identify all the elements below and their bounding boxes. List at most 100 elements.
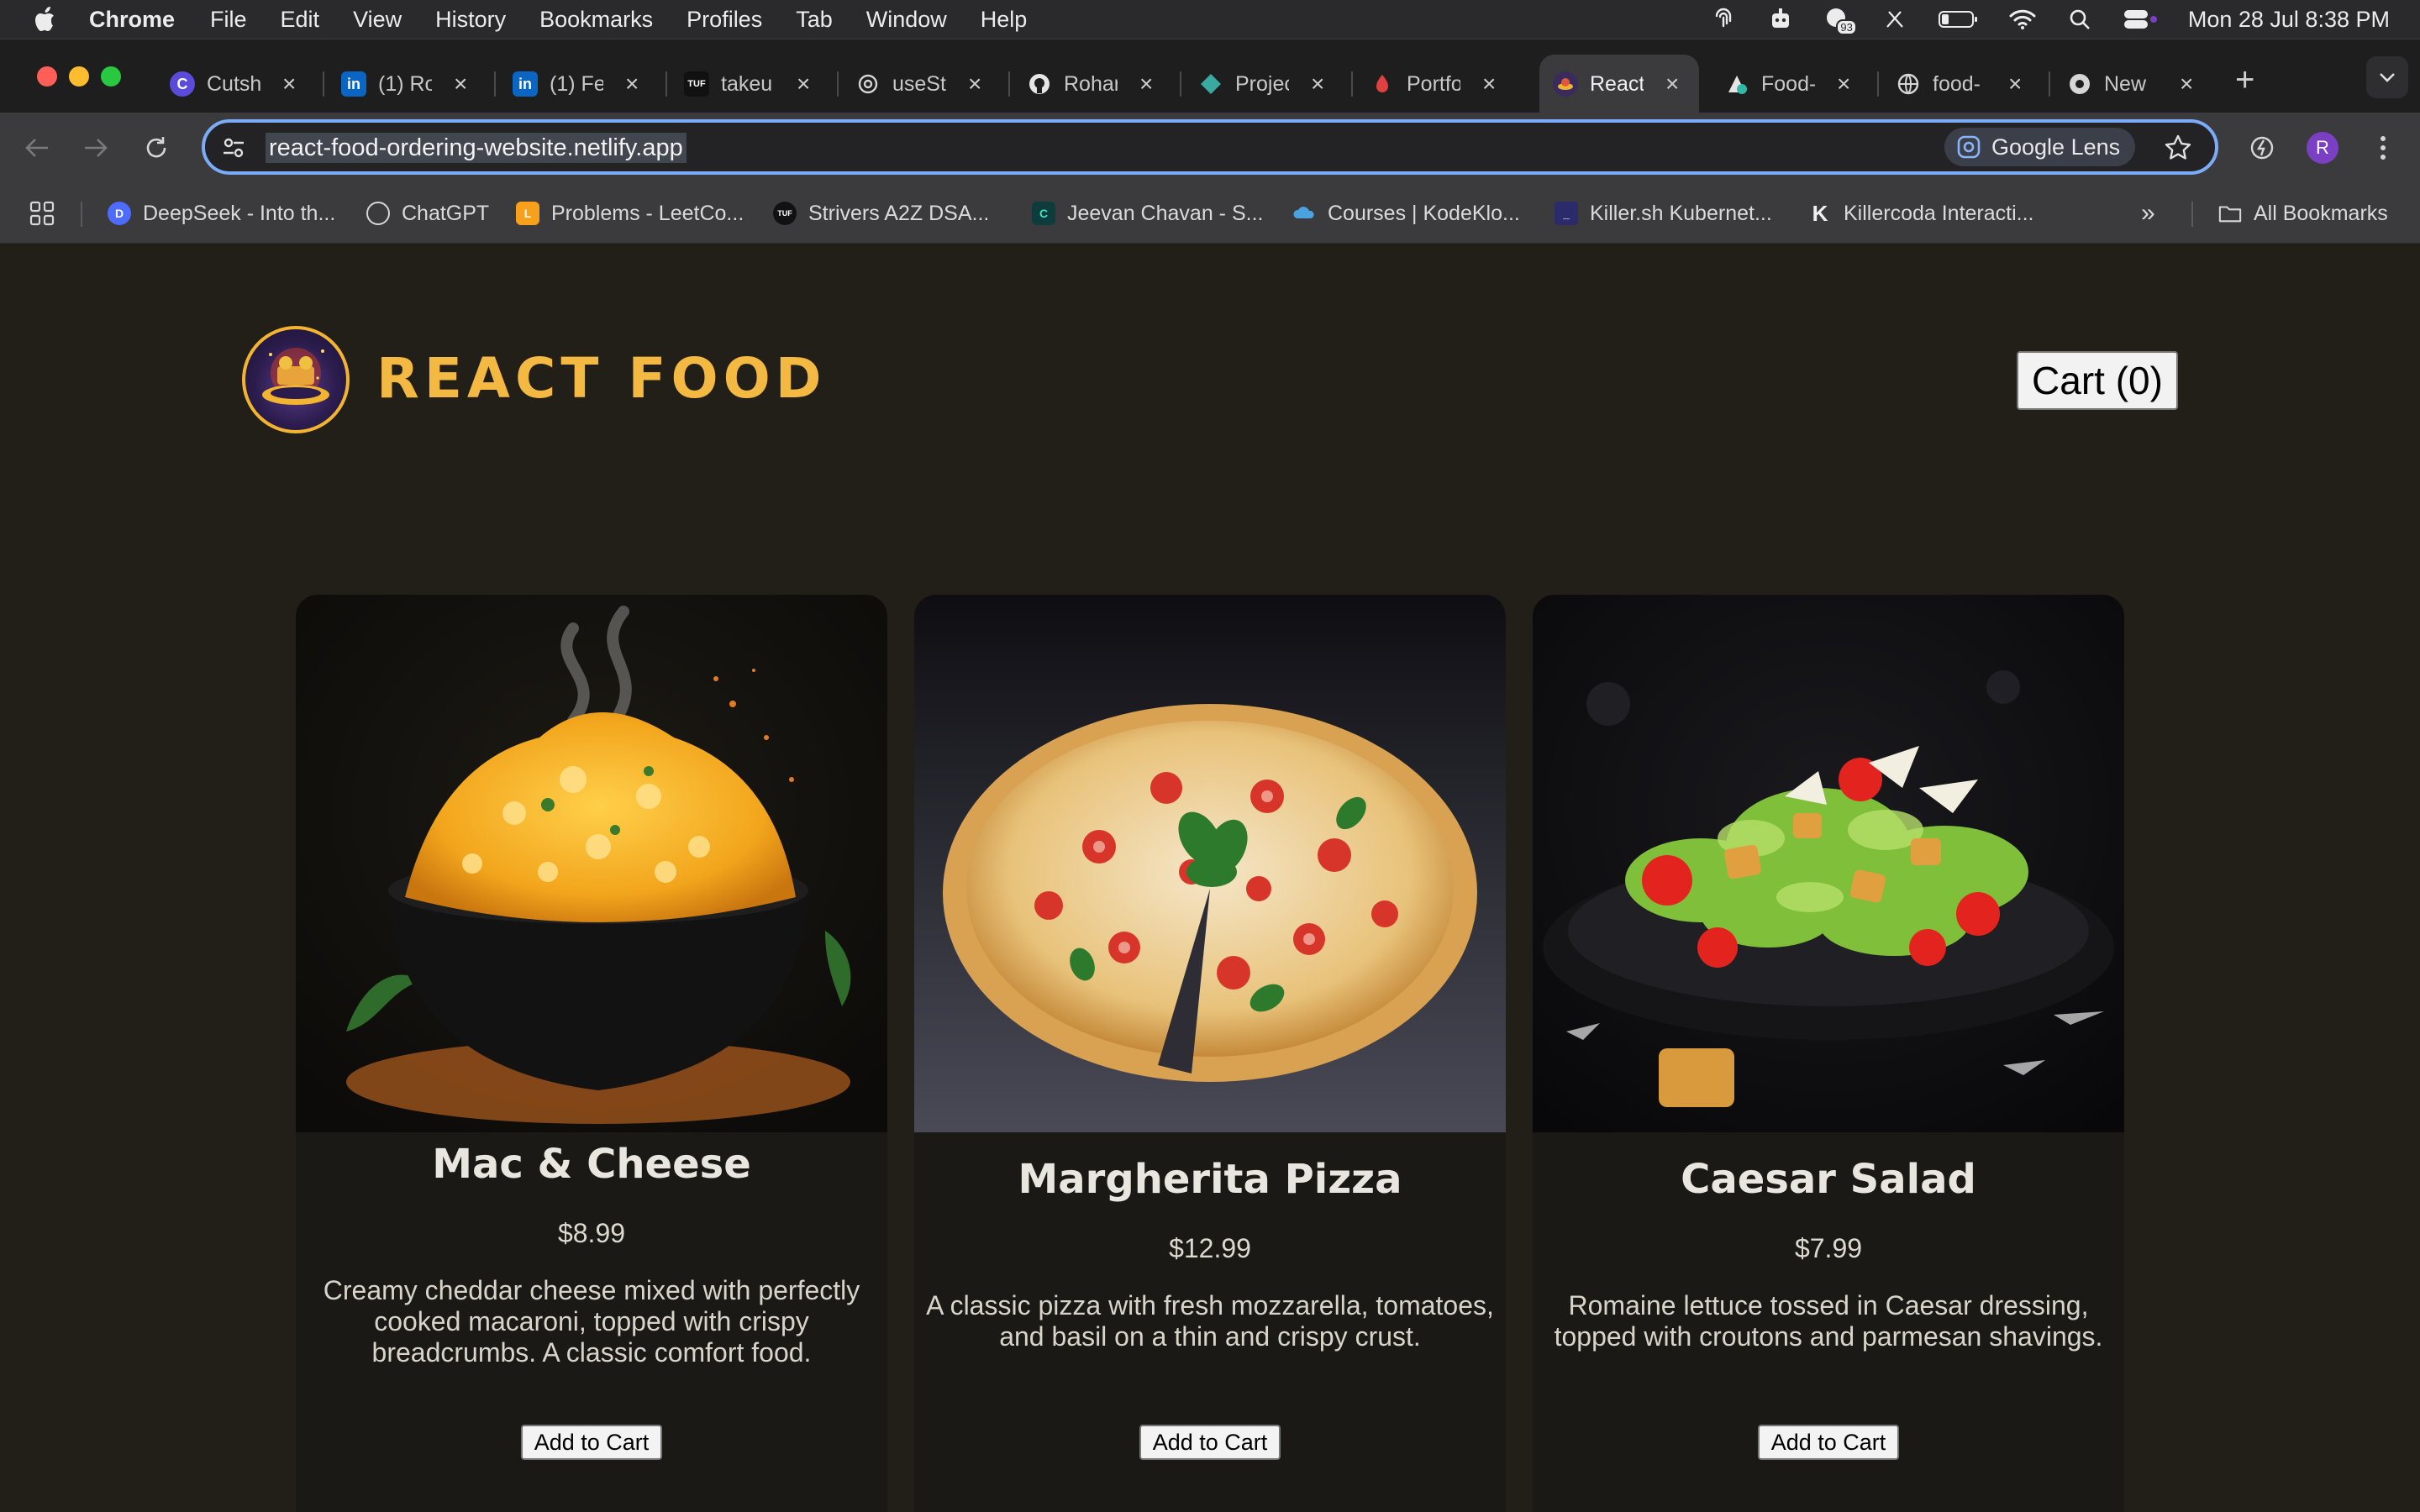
bookmark-star-icon[interactable] <box>2163 133 2193 163</box>
tab-cutshort[interactable]: C Cutsh × <box>156 55 324 113</box>
caesar-salad-image <box>1533 595 2124 1132</box>
tab-close-icon[interactable]: × <box>454 71 467 97</box>
mac-and-cheese-image <box>296 595 887 1132</box>
bookmarks-separator <box>81 202 82 227</box>
profile-avatar-wrap[interactable]: R <box>2304 129 2341 166</box>
tab-close-icon[interactable]: × <box>1665 71 1679 97</box>
minimize-window-button[interactable] <box>69 66 89 87</box>
meal-description: A classic pizza with fresh mozzarella, t… <box>926 1290 1494 1352</box>
menu-help[interactable]: Help <box>981 7 1028 33</box>
apple-icon[interactable] <box>32 5 60 34</box>
bookmark-codesignal[interactable]: C Jeevan Chavan - S... <box>1032 198 1263 228</box>
bookmarks-separator <box>2191 202 2193 227</box>
wifi-icon[interactable] <box>2008 7 2037 32</box>
spotlight-search-icon[interactable] <box>2065 7 2094 32</box>
close-window-button[interactable] <box>37 66 57 87</box>
bookmark-label: DeepSeek - Into th... <box>143 201 336 225</box>
add-to-cart-button[interactable]: Add to Cart <box>1758 1425 1899 1460</box>
meal-name: Caesar Salad <box>1681 1156 1976 1203</box>
tab-separator <box>323 71 324 97</box>
new-tab-plus-icon[interactable]: + <box>2235 63 2254 97</box>
control-center-icon[interactable] <box>2123 7 2160 32</box>
tab-linkedin-1[interactable]: in (1) Ro × <box>328 55 496 113</box>
reload-icon[interactable] <box>138 129 175 166</box>
menu-bookmarks[interactable]: Bookmarks <box>539 7 653 33</box>
tab-close-icon[interactable]: × <box>968 71 981 97</box>
tab-new-tab[interactable]: New × <box>2054 55 2222 113</box>
url-text[interactable]: react-food-ordering-website.netlify.app <box>266 133 687 163</box>
menu-file[interactable]: File <box>210 7 247 33</box>
zoom-window-button[interactable] <box>101 66 121 87</box>
bookmark-killercoda[interactable]: K Killercoda Interacti... <box>1808 198 2034 228</box>
deepseek-icon: D <box>108 202 131 225</box>
tab-close-icon[interactable]: × <box>1139 71 1153 97</box>
bookmark-leetcode[interactable]: L Problems - LeetCo... <box>516 198 744 228</box>
tab-close-icon[interactable]: × <box>1482 71 1496 97</box>
menu-history[interactable]: History <box>435 7 506 33</box>
bookmark-label: Courses | KodeKlo... <box>1328 201 1520 225</box>
pen-slash-icon[interactable] <box>1881 7 1909 32</box>
menu-tab[interactable]: Tab <box>796 7 833 33</box>
tab-projects[interactable]: Projec × <box>1185 55 1353 113</box>
react-food-page: REACT FOOD Cart (0) Mac & Cheese $8.99 C… <box>0 244 2420 1512</box>
apps-grid-icon[interactable] <box>29 198 55 228</box>
tab-title: Projec <box>1235 71 1289 96</box>
browser-toolbar: react-food-ordering-website.netlify.app … <box>0 113 2420 183</box>
tab-close-icon[interactable]: × <box>282 71 296 97</box>
cart-button[interactable]: Cart (0) <box>2017 351 2178 410</box>
robot-icon[interactable] <box>1766 7 1795 32</box>
tab-github[interactable]: Rohar × <box>1013 55 1181 113</box>
menu-window[interactable]: Window <box>866 7 947 33</box>
tuf-icon: TUF <box>773 202 797 225</box>
tab-react-food[interactable]: React × <box>1539 55 1699 113</box>
bookmark-strivers[interactable]: TUF Strivers A2Z DSA... <box>773 198 989 228</box>
bookmarks-overflow-icon[interactable]: » <box>2141 198 2155 228</box>
bookmark-killersh[interactable]: _ Killer.sh Kubernet... <box>1555 198 1772 228</box>
tab-food-repo[interactable]: food- × <box>1882 55 2050 113</box>
tab-close-icon[interactable]: × <box>797 71 810 97</box>
tab-linkedin-2[interactable]: in (1) Fe × <box>499 55 667 113</box>
performance-icon[interactable] <box>2244 129 2281 166</box>
killersh-icon: _ <box>1555 202 1578 225</box>
chrome-menu-icon[interactable] <box>2365 129 2402 166</box>
add-to-cart-button[interactable]: Add to Cart <box>1139 1425 1281 1460</box>
linkedin-icon: in <box>513 71 538 97</box>
tab-search-chevron-icon[interactable] <box>2366 56 2408 98</box>
tab-close-icon[interactable]: × <box>2180 71 2193 97</box>
menu-view[interactable]: View <box>353 7 402 33</box>
linkedin-icon: in <box>341 71 366 97</box>
bookmark-kodekloud[interactable]: Courses | KodeKlo... <box>1292 198 1520 228</box>
macos-menu-bar: Chrome File Edit View History Bookmarks … <box>0 0 2420 39</box>
tab-close-icon[interactable]: × <box>625 71 639 97</box>
notification-badge-icon[interactable]: 93 <box>1823 7 1857 35</box>
site-info-icon[interactable] <box>220 134 247 161</box>
bookmark-deepseek[interactable]: D DeepSeek - Into th... <box>108 198 335 228</box>
battery-icon[interactable] <box>1938 7 1980 32</box>
bookmark-label: Jeevan Chavan - S... <box>1067 201 1264 225</box>
killercoda-icon: K <box>1812 200 1828 226</box>
tab-portfolio[interactable]: Portfo × <box>1356 55 1524 113</box>
tab-separator <box>837 71 839 97</box>
tab-close-icon[interactable]: × <box>1837 71 1850 97</box>
forward-arrow-icon[interactable] <box>77 129 114 166</box>
kodekloud-icon <box>1292 202 1316 225</box>
profile-avatar[interactable]: R <box>2307 132 2338 164</box>
google-lens-button[interactable]: Google Lens <box>1944 128 2136 166</box>
tab-usestate[interactable]: useSt × <box>842 55 1010 113</box>
google-lens-icon <box>1956 134 1981 160</box>
fingerprint-icon[interactable] <box>1709 7 1738 32</box>
back-arrow-icon[interactable] <box>18 129 55 166</box>
menu-clock[interactable]: Mon 28 Jul 8:38 PM <box>2188 7 2390 33</box>
add-to-cart-button[interactable]: Add to Cart <box>521 1425 662 1460</box>
tab-takeuforward[interactable]: TUF takeu × <box>671 55 839 113</box>
bookmark-chatgpt[interactable]: ChatGPT <box>366 198 489 228</box>
menu-app-chrome[interactable]: Chrome <box>89 7 175 33</box>
menu-edit[interactable]: Edit <box>281 7 320 33</box>
address-bar[interactable]: react-food-ordering-website.netlify.app … <box>202 119 2218 175</box>
menu-profiles[interactable]: Profiles <box>687 7 762 33</box>
all-bookmarks-button[interactable]: All Bookmarks <box>2218 198 2388 228</box>
tab-food-netlify[interactable]: Food- × <box>1711 55 1879 113</box>
tab-close-icon[interactable]: × <box>1311 71 1324 97</box>
tab-close-icon[interactable]: × <box>2008 71 2022 97</box>
tab-title: Rohar <box>1064 71 1118 96</box>
